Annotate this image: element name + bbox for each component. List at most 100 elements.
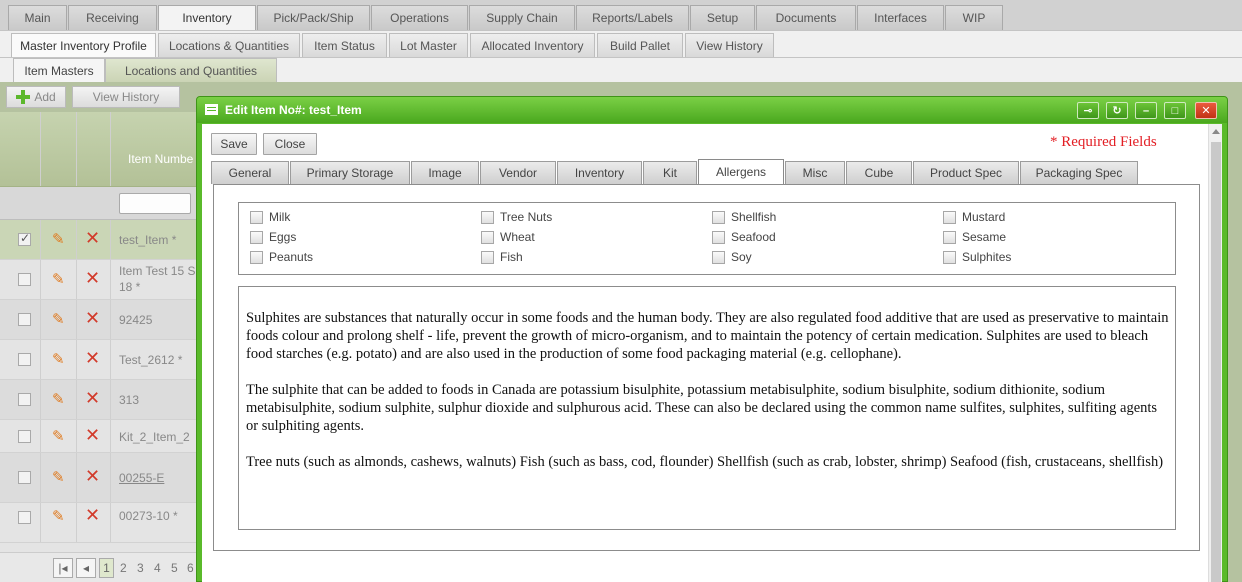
allergen-sulphites[interactable]: Sulphites <box>943 250 1011 264</box>
page-link[interactable]: 2 <box>120 561 127 575</box>
checkbox[interactable] <box>943 230 956 244</box>
main-tab-inventory[interactable]: Inventory <box>158 5 256 30</box>
table-row[interactable]: ✎ ✕ 00255-E <box>0 453 200 503</box>
table-row[interactable]: ✎ ✕ Item Test 15 S 18 * <box>0 260 200 300</box>
checkbox[interactable] <box>712 210 725 224</box>
close-button[interactable]: Close <box>263 133 317 155</box>
tab-product-spec[interactable]: Product Spec <box>913 161 1019 184</box>
checkbox[interactable] <box>250 230 263 244</box>
third-tab-locations-and-quantities[interactable]: Locations and Quantities <box>105 58 277 83</box>
delete-x-icon[interactable]: ✕ <box>85 228 100 249</box>
sub-tab-master-inventory-profile[interactable]: Master Inventory Profile <box>11 33 156 58</box>
row-checkbox[interactable] <box>18 231 31 246</box>
item-number-column-header[interactable]: Item Numbe <box>128 152 193 166</box>
edit-pencil-icon[interactable]: ✎ <box>52 270 65 288</box>
edit-pencil-icon[interactable]: ✎ <box>52 310 65 328</box>
table-row[interactable]: ✎ ✕ Test_2612 * <box>0 340 200 380</box>
delete-x-icon[interactable]: ✕ <box>85 268 100 289</box>
allergen-peanuts[interactable]: Peanuts <box>250 250 313 264</box>
maximize-icon[interactable]: □ <box>1164 102 1186 119</box>
allergen-fish[interactable]: Fish <box>481 250 523 264</box>
edit-pencil-icon[interactable]: ✎ <box>52 468 65 486</box>
main-tab-main[interactable]: Main <box>8 5 67 30</box>
row-checkbox[interactable] <box>18 313 31 326</box>
allergen-soy[interactable]: Soy <box>712 250 752 264</box>
current-page[interactable]: 1 <box>99 558 114 578</box>
add-button[interactable]: Add <box>6 86 66 108</box>
checkbox[interactable] <box>250 250 263 264</box>
allergen-sesame[interactable]: Sesame <box>943 230 1006 244</box>
page-link[interactable]: 3 <box>137 561 144 575</box>
delete-x-icon[interactable]: ✕ <box>85 348 100 369</box>
main-tab-documents[interactable]: Documents <box>756 5 856 30</box>
checkbox[interactable] <box>481 250 494 264</box>
table-row[interactable]: ✎ ✕ Kit_2_Item_2 <box>0 420 200 453</box>
checkbox[interactable] <box>712 230 725 244</box>
allergen-milk[interactable]: Milk <box>250 210 290 224</box>
third-tab-item-masters[interactable]: Item Masters <box>13 58 105 83</box>
scrollbar-thumb[interactable] <box>1211 142 1221 582</box>
main-tab-supply-chain[interactable]: Supply Chain <box>469 5 575 30</box>
allergen-shellfish[interactable]: Shellfish <box>712 210 776 224</box>
tab-vendor[interactable]: Vendor <box>480 161 556 184</box>
delete-x-icon[interactable]: ✕ <box>85 505 100 526</box>
tab-allergens[interactable]: Allergens <box>698 159 784 184</box>
row-checkbox[interactable] <box>18 353 31 366</box>
allergen-wheat[interactable]: Wheat <box>481 230 535 244</box>
table-row[interactable]: ✎ ✕ 313 <box>0 380 200 420</box>
page-link[interactable]: 4 <box>154 561 161 575</box>
allergen-description[interactable]: Sulphites are substances that naturally … <box>238 286 1176 530</box>
minimize-icon[interactable]: – <box>1135 102 1157 119</box>
main-tab-receiving[interactable]: Receiving <box>68 5 157 30</box>
refresh-icon[interactable]: ↻ <box>1106 102 1128 119</box>
first-page-button[interactable]: |◂ <box>53 558 73 578</box>
dialog-titlebar[interactable]: Edit Item No#: test_Item ⊸ ↻ – □ ✕ <box>197 97 1227 123</box>
page-link[interactable]: 6 <box>187 561 194 575</box>
view-history-button[interactable]: View History <box>72 86 180 108</box>
scroll-up-arrow-icon[interactable] <box>1212 129 1220 134</box>
row-checkbox[interactable] <box>18 511 31 524</box>
main-tab-wip[interactable]: WIP <box>945 5 1003 30</box>
save-button[interactable]: Save <box>211 133 257 155</box>
close-icon[interactable]: ✕ <box>1195 102 1217 119</box>
page-link[interactable]: 5 <box>171 561 178 575</box>
checkbox[interactable] <box>943 210 956 224</box>
pin-icon[interactable]: ⊸ <box>1077 102 1099 119</box>
delete-x-icon[interactable]: ✕ <box>85 466 100 487</box>
main-tab-pick-pack-ship[interactable]: Pick/Pack/Ship <box>257 5 370 30</box>
tab-inventory[interactable]: Inventory <box>557 161 642 184</box>
checkbox[interactable] <box>712 250 725 264</box>
allergen-mustard[interactable]: Mustard <box>943 210 1005 224</box>
tab-primary-storage[interactable]: Primary Storage <box>290 161 410 184</box>
sub-tab-allocated-inventory[interactable]: Allocated Inventory <box>470 33 595 58</box>
edit-pencil-icon[interactable]: ✎ <box>52 350 65 368</box>
row-checkbox[interactable] <box>18 471 31 484</box>
main-tab-setup[interactable]: Setup <box>690 5 755 30</box>
tab-kit[interactable]: Kit <box>643 161 697 184</box>
item-number-link[interactable]: 00255-E <box>119 471 164 485</box>
tab-image[interactable]: Image <box>411 161 479 184</box>
main-tab-operations[interactable]: Operations <box>371 5 468 30</box>
main-tab-reports-labels[interactable]: Reports/Labels <box>576 5 689 30</box>
delete-x-icon[interactable]: ✕ <box>85 388 100 409</box>
edit-pencil-icon[interactable]: ✎ <box>52 390 65 408</box>
table-row[interactable]: ✎ ✕ 92425 <box>0 300 200 340</box>
delete-x-icon[interactable]: ✕ <box>85 425 100 446</box>
delete-x-icon[interactable]: ✕ <box>85 308 100 329</box>
checkbox[interactable] <box>481 230 494 244</box>
checkbox[interactable] <box>250 210 263 224</box>
sub-tab-item-status[interactable]: Item Status <box>302 33 387 58</box>
tab-packaging-spec[interactable]: Packaging Spec <box>1020 161 1138 184</box>
sub-tab-build-pallet[interactable]: Build Pallet <box>597 33 683 58</box>
table-row[interactable]: ✎ ✕ 00273-10 * <box>0 503 200 543</box>
row-checkbox[interactable] <box>18 393 31 406</box>
sub-tab-locations-quantities[interactable]: Locations & Quantities <box>158 33 300 58</box>
edit-pencil-icon[interactable]: ✎ <box>52 507 65 525</box>
row-checkbox[interactable] <box>18 430 31 443</box>
sub-tab-lot-master[interactable]: Lot Master <box>389 33 468 58</box>
item-number-filter-input[interactable] <box>119 193 191 214</box>
tab-cube[interactable]: Cube <box>846 161 912 184</box>
sub-tab-view-history[interactable]: View History <box>685 33 774 58</box>
dialog-scrollbar[interactable] <box>1208 124 1222 582</box>
checkbox[interactable] <box>481 210 494 224</box>
